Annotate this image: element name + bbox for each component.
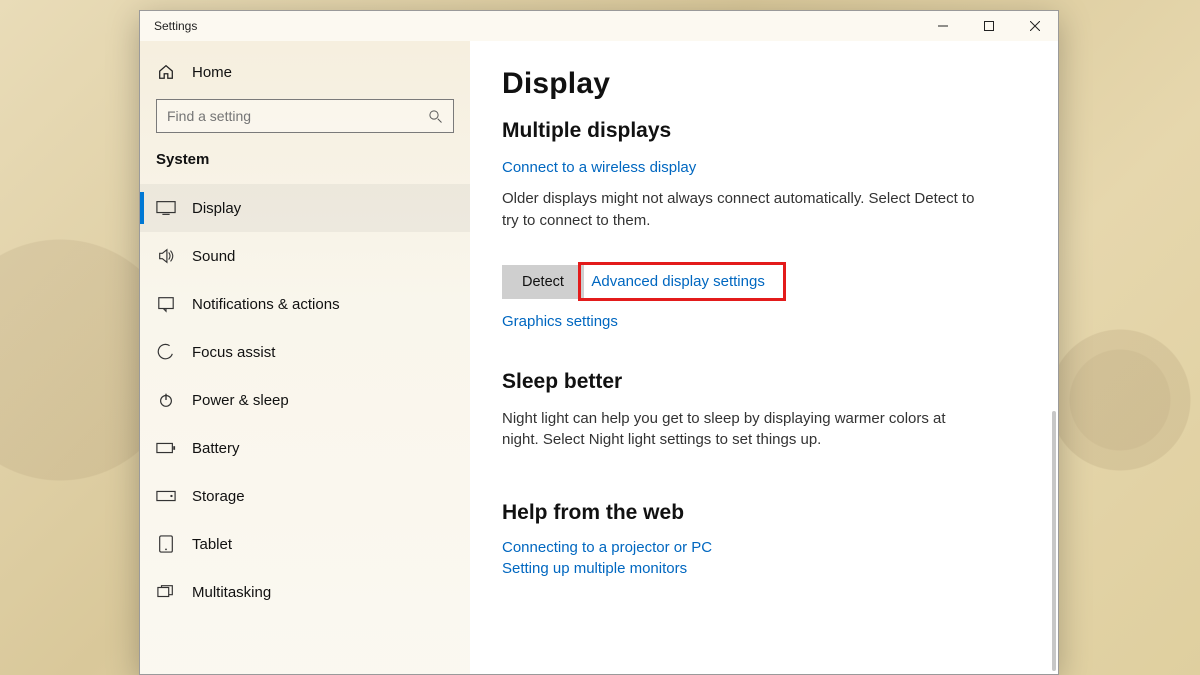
scrollbar[interactable]: [1052, 411, 1056, 671]
notifications-icon: [156, 295, 176, 313]
search-box[interactable]: [156, 99, 454, 133]
detect-hint-text: Older displays might not always connect …: [502, 188, 982, 232]
power-icon: [156, 391, 176, 409]
link-help-multiple-monitors[interactable]: Setting up multiple monitors: [502, 560, 1018, 577]
minimize-icon: [938, 21, 948, 31]
battery-icon: [156, 441, 176, 455]
sidebar-item-notifications[interactable]: Notifications & actions: [140, 280, 470, 328]
sidebar-item-label: Power & sleep: [192, 392, 289, 409]
sidebar-item-multitasking[interactable]: Multitasking: [140, 568, 470, 616]
sidebar: Home System Display: [140, 41, 470, 674]
minimize-button[interactable]: [920, 11, 966, 41]
sidebar-item-label: Multitasking: [192, 584, 271, 601]
sidebar-item-label: Focus assist: [192, 344, 275, 361]
sidebar-item-label: Battery: [192, 440, 240, 457]
close-button[interactable]: [1012, 11, 1058, 41]
sidebar-item-sound[interactable]: Sound: [140, 232, 470, 280]
section-help-from-web: Help from the web: [502, 501, 1018, 525]
close-icon: [1030, 21, 1040, 31]
sidebar-home-label: Home: [192, 64, 232, 81]
sidebar-item-tablet[interactable]: Tablet: [140, 520, 470, 568]
focus-assist-icon: [156, 343, 176, 361]
sidebar-item-display[interactable]: Display: [140, 184, 470, 232]
sidebar-item-label: Storage: [192, 488, 245, 505]
search-input[interactable]: [167, 108, 428, 124]
display-icon: [156, 200, 176, 216]
storage-icon: [156, 490, 176, 502]
sleep-better-body: Night light can help you get to sleep by…: [502, 408, 982, 452]
sidebar-item-label: Sound: [192, 248, 235, 265]
window-controls: [920, 11, 1058, 41]
main-pane: Display Multiple displays Connect to a w…: [470, 41, 1058, 674]
sidebar-item-label: Notifications & actions: [192, 296, 340, 313]
desktop-wallpaper: Settings Home: [0, 0, 1200, 675]
titlebar: Settings: [140, 11, 1058, 41]
sidebar-item-power-sleep[interactable]: Power & sleep: [140, 376, 470, 424]
section-multiple-displays: Multiple displays: [502, 119, 1018, 143]
window-title: Settings: [154, 19, 197, 33]
section-sleep-better: Sleep better: [502, 370, 1018, 394]
maximize-button[interactable]: [966, 11, 1012, 41]
search-icon: [428, 109, 443, 124]
link-help-projector[interactable]: Connecting to a projector or PC: [502, 539, 1018, 556]
sidebar-item-label: Tablet: [192, 536, 232, 553]
sidebar-nav: Display Sound Notifications & actions Fo…: [140, 184, 470, 616]
sidebar-category: System: [140, 151, 470, 184]
link-advanced-display-settings[interactable]: Advanced display settings: [591, 273, 764, 290]
link-graphics-settings[interactable]: Graphics settings: [502, 313, 618, 330]
settings-window: Settings Home: [139, 10, 1059, 675]
sound-icon: [156, 247, 176, 265]
sidebar-item-storage[interactable]: Storage: [140, 472, 470, 520]
sidebar-item-battery[interactable]: Battery: [140, 424, 470, 472]
sidebar-home[interactable]: Home: [140, 55, 470, 89]
maximize-icon: [984, 21, 994, 31]
detect-button[interactable]: Detect: [502, 265, 584, 299]
link-connect-wireless-display[interactable]: Connect to a wireless display: [502, 159, 696, 176]
page-title: Display: [502, 67, 1018, 101]
highlight-advanced-display: Advanced display settings: [578, 262, 785, 301]
sidebar-item-label: Display: [192, 200, 241, 217]
home-icon: [156, 63, 176, 81]
help-links: Connecting to a projector or PC Setting …: [502, 539, 1018, 577]
sidebar-item-focus-assist[interactable]: Focus assist: [140, 328, 470, 376]
multitasking-icon: [156, 584, 176, 600]
tablet-icon: [156, 535, 176, 553]
